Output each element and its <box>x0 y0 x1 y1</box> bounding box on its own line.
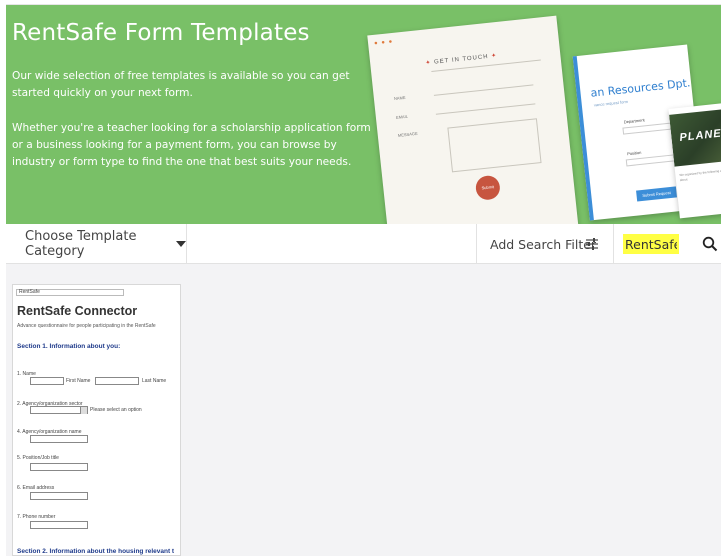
search-input[interactable] <box>623 234 679 254</box>
contact-form-illustration: ● ● ● ✦ GET IN TOUCH ✦ NAME EMAIL MESSAG… <box>367 15 579 224</box>
hero-banner: RentSafe Form Templates Our wide selecti… <box>6 5 721 224</box>
hr-field-label: Position <box>626 149 642 157</box>
card-input-box <box>30 492 88 500</box>
illustration-label-message: MESSAGE <box>397 130 418 138</box>
illustration-label-name: NAME <box>393 94 406 102</box>
hero-paragraph-2: Whether you're a teacher looking for a s… <box>12 122 371 168</box>
card-input-box <box>95 377 139 385</box>
hr-subtitle: vance request form <box>593 98 629 108</box>
card-question: 6. Email address <box>17 485 55 491</box>
filter-label: Add Search Filter <box>490 236 597 252</box>
sliders-icon <box>586 238 598 250</box>
illustration-submit: Submit <box>474 174 502 201</box>
illustration-message-box <box>447 118 542 173</box>
hero-paragraph-1: Our wide selection of free templates is … <box>12 70 350 99</box>
hr-field-label: Department <box>623 117 645 125</box>
add-search-filter-button[interactable]: Add Search Filter <box>476 224 614 264</box>
card-input-box <box>30 521 88 529</box>
planet-text: We organized by the following and sharin… <box>679 167 721 183</box>
illustration-rule <box>433 84 534 96</box>
category-dropdown[interactable]: Choose Template Category <box>6 224 187 264</box>
search-box <box>618 232 698 256</box>
decorative-dots: ● ● ● <box>373 38 394 47</box>
card-input-box <box>30 463 88 471</box>
hr-title: an Resources Dpt. <box>589 76 691 100</box>
card-hint: Last Name <box>142 378 167 384</box>
card-hint: Please select an option <box>90 407 142 413</box>
template-card[interactable]: RentSafe RentSafe Connector Advance ques… <box>12 284 181 556</box>
card-brand-field: RentSafe <box>16 289 124 296</box>
card-input-box <box>30 377 64 385</box>
card-question: 5. Position/Job title <box>17 455 59 461</box>
search-icon[interactable] <box>702 236 718 252</box>
card-title: RentSafe Connector <box>17 304 138 318</box>
filter-toolbar: Choose Template Category Add Search Filt… <box>6 224 721 264</box>
category-dropdown-label: Choose Template Category <box>25 229 137 259</box>
card-section-heading: Section 2. Information about the housing… <box>17 548 175 555</box>
illustration-label-email: EMAIL <box>395 113 409 120</box>
illustration-rule <box>435 103 536 115</box>
card-question: 7. Phone number <box>17 514 56 520</box>
card-hint: First Name <box>66 378 91 384</box>
card-description: Advance questionnaire for people partici… <box>17 323 156 329</box>
caret-down-icon <box>176 241 186 247</box>
card-input-box <box>30 435 88 443</box>
hr-submit: Submit Request <box>636 186 677 202</box>
card-section-heading: Section 1. Information about you: <box>17 343 121 350</box>
page-title: RentSafe Form Templates <box>12 20 310 46</box>
card-select-arrow <box>80 407 87 414</box>
